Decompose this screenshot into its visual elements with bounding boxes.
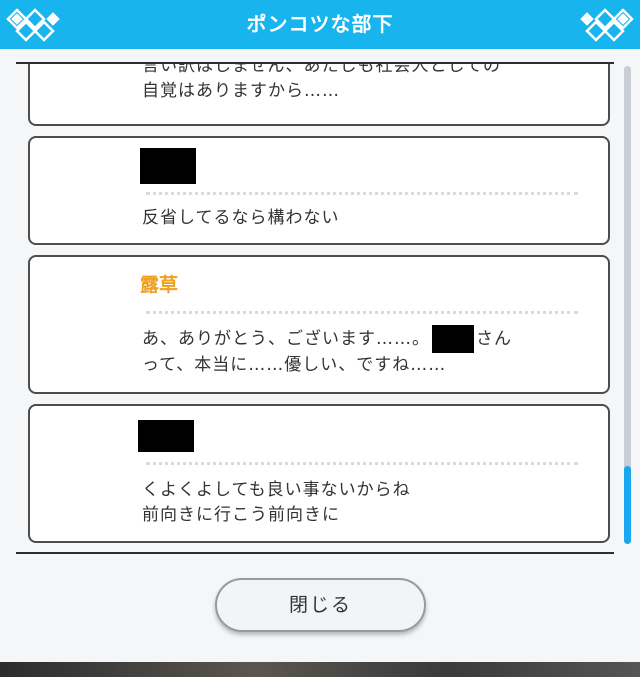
message-text: あ、ありがとう、ございます……。 さん って、本当に……優しい、ですね…… — [142, 325, 588, 378]
message-segment: あ、ありがとう、ございます……。 — [142, 329, 430, 349]
message-card: くよくよしても良い事ないからね 前向きに行こう前向きに — [28, 404, 610, 543]
message-line: 言い訳はしません、あたしも社会人としての — [142, 62, 501, 76]
message-line: あ、ありがとう、ございます……。 さん — [142, 325, 588, 353]
message-text: くよくよしても良い事ないからね 前向きに行こう前向きに — [142, 478, 588, 528]
message-text: 言い訳はしません、あたしも社会人としての 自覚はありますから…… — [142, 62, 588, 104]
close-button[interactable]: 閉じる — [215, 578, 426, 632]
dotted-divider — [146, 311, 578, 314]
message-line: 前向きに行こう前向きに — [142, 505, 340, 525]
scrollbar-thumb[interactable] — [624, 466, 631, 544]
message-card: 露草 あ、ありがとう、ございます……。 さん って、本当に……優しい、ですね…… — [28, 255, 610, 394]
message-line: 自覚はありますから…… — [142, 81, 340, 101]
speaker-name: 露草 — [140, 274, 179, 296]
redacted-name — [432, 325, 474, 353]
dialog-header: ポンコツな部下 — [0, 0, 640, 49]
background-scene — [0, 662, 640, 677]
redacted-speaker-name — [140, 148, 196, 184]
redacted-speaker-name — [138, 420, 194, 452]
scrollbar-track[interactable] — [624, 66, 631, 544]
dialog-title: ポンコツな部下 — [246, 12, 394, 36]
message-log[interactable]: 言い訳はしません、あたしも社会人としての 自覚はありますから…… 反省してるなら… — [16, 62, 614, 554]
diamond-ornament-icon — [580, 8, 634, 42]
message-line: って、本当に……優しい、ですね…… — [142, 355, 447, 375]
message-card: 言い訳はしません、あたしも社会人としての 自覚はありますから…… — [28, 62, 610, 126]
message-card: 反省してるなら構わない — [28, 136, 610, 245]
log-dialog: ポンコツな部下 言い訳はしません、あたしも社会人としての 自覚はありますから…… — [0, 0, 640, 662]
dotted-divider — [146, 462, 578, 465]
message-line: 反省してるなら構わない — [142, 208, 340, 228]
message-segment: さん — [476, 329, 512, 349]
message-text: 反省してるなら構わない — [142, 206, 588, 231]
message-line: くよくよしても良い事ないからね — [142, 480, 411, 500]
dotted-divider — [146, 192, 578, 195]
